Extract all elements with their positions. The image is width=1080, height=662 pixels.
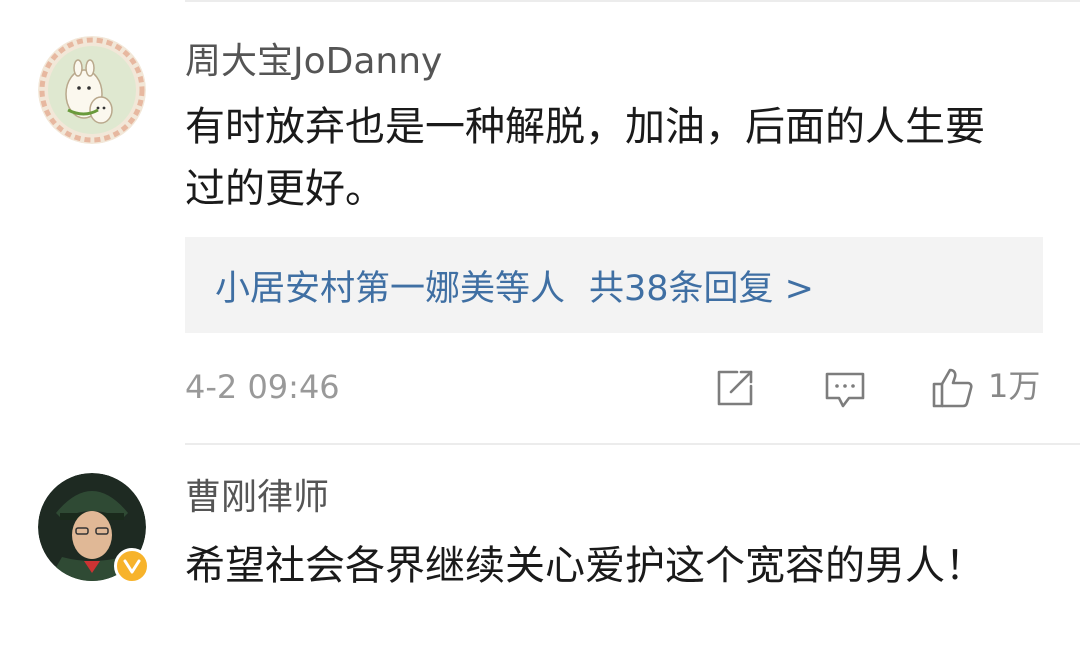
comment-text: 有时放弃也是一种解脱，加油，后面的人生要过的更好。 bbox=[185, 104, 985, 212]
reply-summary-link[interactable]: 小居安村第一娜美等人 共38条回复 > bbox=[185, 237, 1043, 333]
comment-icon[interactable] bbox=[823, 366, 867, 410]
comment-username[interactable]: 曹刚律师 bbox=[185, 480, 329, 516]
top-divider bbox=[185, 0, 1080, 2]
verified-badge bbox=[114, 548, 150, 584]
comment-username[interactable]: 周大宝JoDanny bbox=[185, 44, 442, 80]
like-count: 1万 bbox=[988, 367, 1041, 405]
reply-names: 小居安村第一娜美等人 bbox=[215, 268, 566, 309]
reply-count: 共38条回复 > bbox=[589, 268, 815, 309]
avatar[interactable] bbox=[38, 36, 146, 144]
verified-v-icon bbox=[123, 559, 141, 574]
share-icon[interactable] bbox=[713, 366, 757, 410]
comment-divider bbox=[185, 443, 1080, 445]
comment-timestamp: 4-2 09:46 bbox=[185, 368, 340, 406]
thumbs-up-icon[interactable] bbox=[930, 366, 974, 410]
comment-text: 希望社会各界继续关心爱护这个宽容的男人！ bbox=[185, 543, 985, 589]
